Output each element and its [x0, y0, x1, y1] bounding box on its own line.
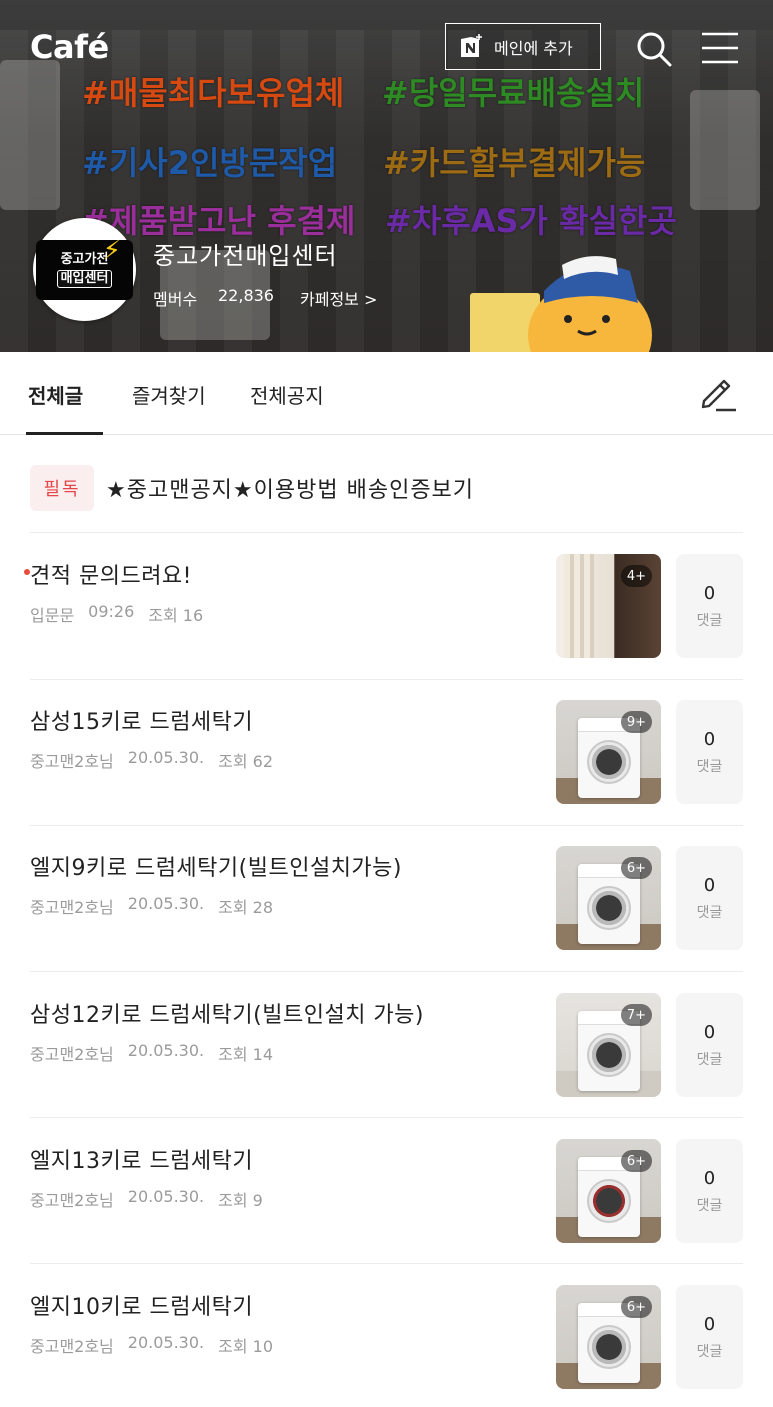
avatar-line2: 매입센터: [56, 269, 113, 288]
add-to-main-button[interactable]: 메인에 추가: [445, 23, 601, 70]
post-views: 조회 62: [218, 752, 274, 771]
cafe-avatar[interactable]: ⚡ 중고가전 매입센터: [33, 218, 136, 321]
comment-count: 0: [703, 582, 716, 604]
post-meta: 중고맨2호님 20.05.30. 조회 14: [30, 1041, 273, 1065]
post-views: 조회 9: [218, 1191, 263, 1210]
photo-count-badge: 6+: [620, 1150, 652, 1172]
post-thumbnail[interactable]: 6+: [556, 1139, 661, 1243]
comment-count: 0: [703, 1167, 716, 1189]
comment-label: 댓글: [696, 758, 723, 775]
comment-count-box[interactable]: 0 댓글: [676, 846, 743, 950]
post-thumbnail[interactable]: 4+: [556, 554, 661, 658]
cafe-logo[interactable]: Café: [30, 28, 109, 66]
tab-favorites[interactable]: 즐겨찾기: [132, 380, 206, 409]
cafe-info-link[interactable]: 카페정보 >: [300, 286, 377, 310]
post-title[interactable]: 엘지9키로 드럼세탁기(빌트인설치가능): [30, 850, 402, 882]
post-date: 20.05.30.: [127, 894, 205, 913]
must-read-badge: 필독: [30, 465, 94, 511]
search-icon[interactable]: [634, 29, 674, 69]
post-meta: 중고맨2호님 20.05.30. 조회 10: [30, 1333, 273, 1357]
post-author: 중고맨2호님: [30, 1191, 114, 1210]
board-tabs: 전체글 즐겨찾기 전체공지: [0, 352, 773, 435]
post-date: 20.05.30.: [127, 1041, 205, 1060]
banner-tagline: #매물최다보유업체: [82, 74, 345, 112]
banner-tagline: #카드할부결제가능: [383, 144, 646, 182]
add-to-main-label: 메인에 추가: [494, 38, 573, 58]
post-meta: 입문문 09:26 조회 16: [30, 602, 203, 626]
post-thumbnail[interactable]: 7+: [556, 993, 661, 1097]
comment-label: 댓글: [696, 1197, 723, 1214]
comment-count-box[interactable]: 0 댓글: [676, 1139, 743, 1243]
post-thumbnail[interactable]: 6+: [556, 1285, 661, 1389]
photo-count-badge: 6+: [620, 857, 652, 879]
comment-label: 댓글: [696, 1051, 723, 1068]
post-date: 20.05.30.: [127, 748, 205, 767]
cafe-banner: Café 메인에 추가 #매물최다보유업체 #당일무료배송설치 #기사2인방문작…: [0, 0, 773, 352]
post-title[interactable]: 삼성15키로 드럼세탁기: [30, 704, 253, 736]
post-title[interactable]: 견적 문의드려요!: [30, 558, 192, 590]
pinned-notice-title: ★중고맨공지★이용방법 배송인증보기: [106, 478, 475, 503]
mascot-illustration: [470, 256, 652, 352]
post-author: 중고맨2호님: [30, 1337, 114, 1356]
post-views: 조회 28: [218, 898, 274, 917]
post-author: 중고맨2호님: [30, 898, 114, 917]
post-views: 조회 16: [148, 606, 204, 625]
post-title[interactable]: 엘지10키로 드럼세탁기: [30, 1289, 253, 1321]
banner-tagline: #당일무료배송설치: [382, 74, 645, 112]
member-count-label: 멤버수: [153, 290, 198, 309]
cafe-avatar-logo: ⚡ 중고가전 매입센터: [36, 236, 133, 300]
comment-label: 댓글: [696, 1343, 723, 1360]
comment-count: 0: [703, 1313, 716, 1335]
post-views: 조회 14: [218, 1045, 274, 1064]
post-date: 09:26: [88, 602, 135, 621]
naver-n-plus-icon: [458, 33, 484, 60]
post-date: 20.05.30.: [127, 1187, 205, 1206]
comment-count-box[interactable]: 0 댓글: [676, 993, 743, 1097]
member-count: 22,836: [218, 286, 274, 305]
comment-count: 0: [703, 1021, 716, 1043]
post-thumbnail[interactable]: 9+: [556, 700, 661, 804]
avatar-line1: 중고가전: [60, 251, 109, 267]
post-title[interactable]: 삼성12키로 드럼세탁기(빌트인설치 가능): [30, 997, 424, 1029]
pinned-notice[interactable]: 필독 ★중고맨공지★이용방법 배송인증보기: [30, 465, 743, 511]
divider: [30, 532, 743, 533]
post-thumbnail[interactable]: 6+: [556, 846, 661, 950]
comment-label: 댓글: [696, 612, 723, 629]
photo-count-badge: 6+: [620, 1296, 652, 1318]
comment-count: 0: [703, 874, 716, 896]
banner-tagline: #기사2인방문작업: [82, 144, 338, 182]
post-author: 중고맨2호님: [30, 1045, 114, 1064]
divider: [30, 1117, 743, 1118]
comment-count-box[interactable]: 0 댓글: [676, 700, 743, 804]
post-views: 조회 10: [218, 1337, 274, 1356]
post-meta: 중고맨2호님 20.05.30. 조회 9: [30, 1187, 263, 1211]
post-meta: 중고맨2호님 20.05.30. 조회 28: [30, 894, 273, 918]
curtain-image: [564, 554, 594, 658]
active-tab-indicator: [26, 432, 103, 435]
photo-count-badge: 9+: [620, 711, 652, 733]
tab-all-notices[interactable]: 전체공지: [250, 380, 324, 409]
comment-label: 댓글: [696, 904, 723, 921]
post-item[interactable]: 엘지10키로 드럼세탁기 중고맨2호님 20.05.30. 조회 10 6+ 0…: [0, 1285, 773, 1407]
post-author: 입문문: [30, 606, 75, 625]
divider: [30, 1263, 743, 1264]
comment-count: 0: [703, 728, 716, 750]
cafe-name: 중고가전매입센터: [153, 242, 338, 270]
post-author: 중고맨2호님: [30, 752, 114, 771]
photo-count-badge: 4+: [620, 565, 652, 587]
write-pencil-icon[interactable]: [696, 371, 738, 413]
hamburger-menu-icon[interactable]: [700, 30, 740, 66]
comment-count-box[interactable]: 0 댓글: [676, 554, 743, 658]
comment-count-box[interactable]: 0 댓글: [676, 1285, 743, 1389]
divider: [30, 825, 743, 826]
divider: [30, 971, 743, 972]
lightning-icon: ⚡: [102, 235, 121, 266]
photo-count-badge: 7+: [620, 1004, 652, 1026]
banner-tagline: #차후AS가 확실한곳: [385, 202, 677, 240]
post-title[interactable]: 엘지13키로 드럼세탁기: [30, 1143, 253, 1175]
divider: [30, 679, 743, 680]
post-date: 20.05.30.: [127, 1333, 205, 1352]
post-meta: 중고맨2호님 20.05.30. 조회 62: [30, 748, 273, 772]
tab-all-posts[interactable]: 전체글: [28, 380, 83, 409]
